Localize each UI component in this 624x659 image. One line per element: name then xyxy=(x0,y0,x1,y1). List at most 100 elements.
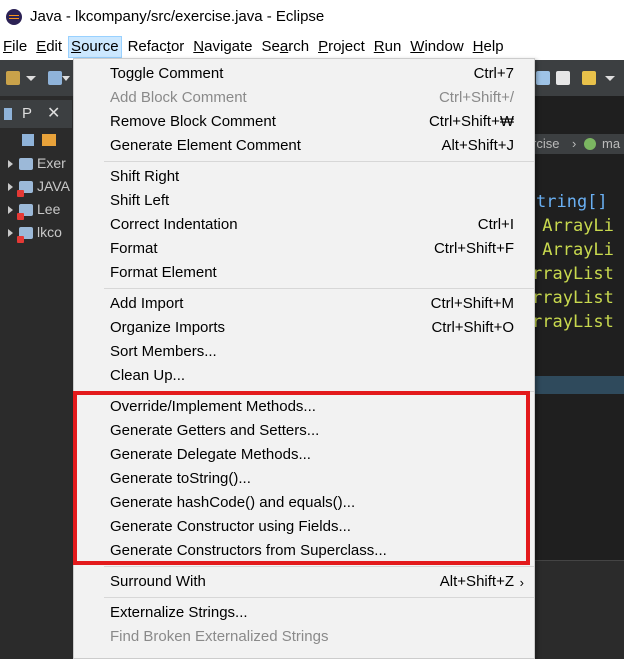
tab-label: P xyxy=(22,105,33,122)
menu-item-toggle-comment[interactable]: Toggle Comment Ctrl+7 xyxy=(74,62,534,86)
menu-item-label: Shift Left xyxy=(110,192,170,209)
console-panel xyxy=(532,560,624,657)
menu-item-label: Surround With xyxy=(110,573,206,590)
project-error-icon xyxy=(17,227,33,244)
menu-item-shortcut: Ctrl+Shift+₩ xyxy=(428,113,514,130)
menu-item-shortcut: Ctrl+7 xyxy=(473,65,514,82)
menu-item-format-element[interactable]: Format Element xyxy=(74,261,534,285)
code-line: ArrayLi xyxy=(532,216,614,236)
new-icon[interactable] xyxy=(6,71,20,85)
menu-file[interactable]: File xyxy=(0,36,30,58)
menu-item-shift-right[interactable]: Shift Right xyxy=(74,165,534,189)
menu-item-shortcut: Ctrl+I xyxy=(477,216,514,233)
expand-arrow-icon[interactable] xyxy=(8,160,13,169)
menu-item-format[interactable]: Format Ctrl+Shift+F xyxy=(74,237,534,261)
code-line: tring[] xyxy=(536,192,608,212)
window-title: Java - lkcompany/src/exercise.java - Ecl… xyxy=(30,8,325,25)
menu-item-shortcut: Ctrl+Shift+F xyxy=(433,240,514,257)
tree-item[interactable]: Lee xyxy=(8,201,61,221)
dropdown-icon[interactable] xyxy=(26,76,36,81)
source-menu: Toggle Comment Ctrl+7 Add Block Comment Ctr… xyxy=(73,58,535,659)
paragraph-icon[interactable] xyxy=(556,71,570,85)
menu-item-externalize-strings[interactable]: Externalize Strings... xyxy=(74,601,534,625)
menu-navigate[interactable]: Navigate xyxy=(190,36,255,58)
menu-item-label: Generate Element Comment xyxy=(110,137,301,154)
menu-item-label: Organize Imports xyxy=(110,319,226,336)
menu-edit[interactable]: Edit xyxy=(33,36,65,58)
tree-item-label: Lee xyxy=(37,201,61,217)
project-icon xyxy=(19,158,33,171)
code-line: rrayList xyxy=(532,288,614,308)
menu-item-shortcut: Ctrl+Shift+/ xyxy=(438,89,514,106)
menu-item-label: Toggle Comment xyxy=(110,65,224,82)
menu-project[interactable]: Project xyxy=(315,36,368,58)
dropdown-icon[interactable] xyxy=(605,76,615,81)
tree-item-label: lkco xyxy=(37,224,62,240)
chevron-right-icon: › xyxy=(572,136,577,151)
menu-item-surround-with[interactable]: Surround With Alt+Shift+Z › xyxy=(74,570,534,594)
menu-separator xyxy=(104,597,534,598)
eclipse-icon xyxy=(6,8,22,25)
menu-item-shortcut: Ctrl+Shift+M xyxy=(430,295,514,312)
menu-item-label: Externalize Strings... xyxy=(110,604,248,621)
menu-item-clean-up[interactable]: Clean Up... xyxy=(74,364,534,388)
chevron-right-icon: › xyxy=(519,575,524,590)
package-explorer-tab[interactable]: P ✕ xyxy=(0,100,72,128)
menu-item-add-import[interactable]: Add Import Ctrl+Shift+M xyxy=(74,292,534,316)
breadcrumb-item[interactable]: ma xyxy=(602,136,620,151)
save-icon[interactable] xyxy=(48,71,62,85)
title-bar: Java - lkcompany/src/exercise.java - Ecl… xyxy=(0,0,624,33)
tree-item-label: Exer xyxy=(37,155,66,171)
dropdown-icon[interactable] xyxy=(62,76,70,81)
menu-window[interactable]: Window xyxy=(407,36,466,58)
java-editor[interactable]: rcise › ma tring[] ArrayLi ArrayLi rrayLi… xyxy=(532,96,624,657)
menu-item-organize-imports[interactable]: Organize Imports Ctrl+Shift+O xyxy=(74,316,534,340)
menu-item-label: Add Block Comment xyxy=(110,89,247,106)
menu-source[interactable]: Source xyxy=(68,35,122,58)
menu-refactor[interactable]: Refactor xyxy=(125,36,188,58)
annotation-icon[interactable] xyxy=(582,71,596,85)
breadcrumb-item[interactable]: rcise xyxy=(532,136,559,151)
menu-item-shortcut: Alt+Shift+Z xyxy=(439,573,514,590)
package-icon xyxy=(4,108,12,120)
project-error-icon xyxy=(17,181,33,198)
menu-item-label: Remove Block Comment xyxy=(110,113,276,130)
menu-item-label: Correct Indentation xyxy=(110,216,238,233)
collapse-all-icon[interactable] xyxy=(22,134,34,146)
menu-separator xyxy=(104,566,534,567)
menu-separator xyxy=(104,161,534,162)
expand-arrow-icon[interactable] xyxy=(8,183,13,192)
menu-item-shortcut: Alt+Shift+J xyxy=(441,137,514,154)
menu-item-label: Clean Up... xyxy=(110,367,186,384)
menu-item-label: Format xyxy=(110,240,158,257)
outline-icon[interactable] xyxy=(536,71,550,85)
close-icon[interactable]: ✕ xyxy=(47,103,60,123)
menu-item-label: Shift Right xyxy=(110,168,180,185)
project-error-icon xyxy=(17,204,33,221)
menu-run[interactable]: Run xyxy=(371,36,405,58)
menu-item-label: Sort Members... xyxy=(110,343,217,360)
tree-item[interactable]: lkco xyxy=(8,224,62,244)
current-line-highlight xyxy=(532,376,624,394)
menu-item-find-broken-externalized-strings[interactable]: Find Broken Externalized Strings xyxy=(74,625,534,649)
code-line: rrayList xyxy=(532,312,614,332)
menu-item-label: Add Import xyxy=(110,295,184,312)
code-line: ArrayLi xyxy=(532,240,614,260)
menu-help[interactable]: Help xyxy=(470,36,507,58)
expand-arrow-icon[interactable] xyxy=(8,229,13,238)
tree-item[interactable]: Exer xyxy=(8,155,66,171)
menu-item-shift-left[interactable]: Shift Left xyxy=(74,189,534,213)
highlight-box xyxy=(73,391,530,565)
expand-arrow-icon[interactable] xyxy=(8,206,13,215)
menu-item-sort-members[interactable]: Sort Members... xyxy=(74,340,534,364)
explorer-toolbar xyxy=(0,128,72,154)
menu-item-remove-block-comment[interactable]: Remove Block Comment Ctrl+Shift+₩ xyxy=(74,110,534,134)
menu-item-generate-element-comment[interactable]: Generate Element Comment Alt+Shift+J xyxy=(74,134,534,158)
menu-item-add-block-comment[interactable]: Add Block Comment Ctrl+Shift+/ xyxy=(74,86,534,110)
menu-search[interactable]: Search xyxy=(259,36,313,58)
method-icon xyxy=(584,138,596,150)
tree-item[interactable]: JAVA xyxy=(8,178,70,198)
link-editor-icon[interactable] xyxy=(42,134,56,146)
tree-item-label: JAVA xyxy=(37,178,70,194)
menu-item-correct-indentation[interactable]: Correct Indentation Ctrl+I xyxy=(74,213,534,237)
